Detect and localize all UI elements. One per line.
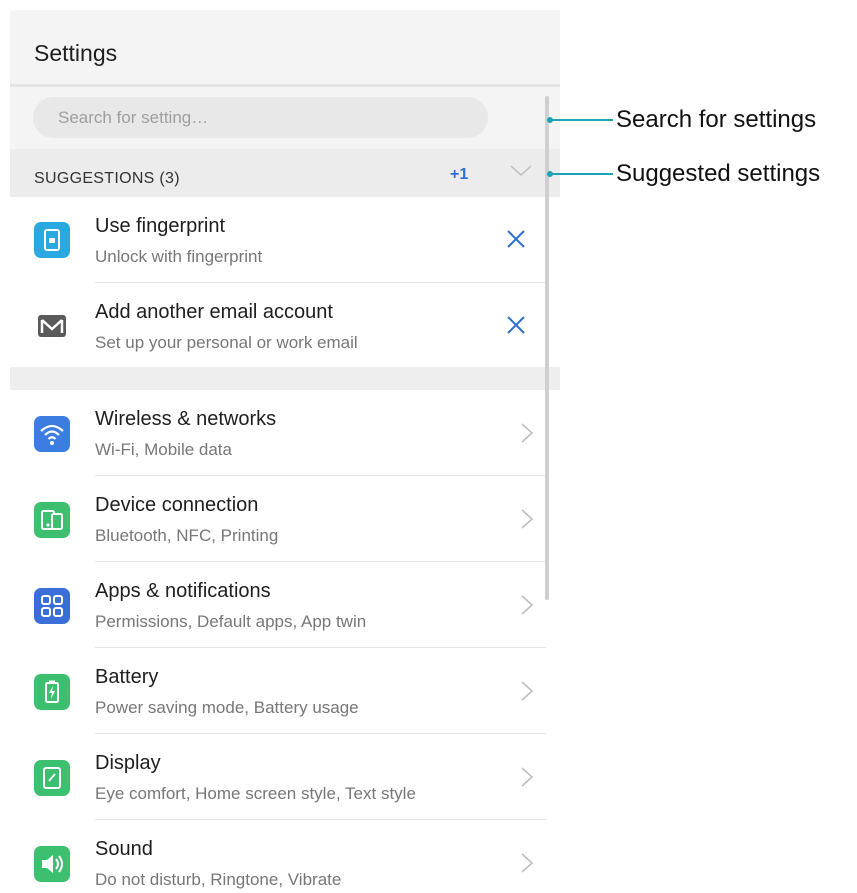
annotation-search: Search for settings: [616, 106, 817, 133]
settings-item-title: Battery: [95, 666, 159, 688]
suggestions-title: SUGGESTIONS (3): [34, 170, 180, 187]
annotation-suggested: Suggested settings: [616, 160, 821, 187]
chevron-right-icon: [521, 423, 534, 443]
settings-item-title: Apps & notifications: [95, 580, 271, 602]
settings-item-subtitle: Bluetooth, NFC, Printing: [95, 526, 279, 545]
email-icon: [38, 315, 66, 337]
apps-grid-icon: [34, 588, 70, 624]
chevron-right-icon: [521, 853, 534, 873]
suggestions-header[interactable]: SUGGESTIONS (3) +1: [10, 149, 560, 197]
settings-item-title: Device connection: [95, 494, 259, 516]
settings-item-subtitle: Do not disturb, Ringtone, Vibrate: [95, 870, 342, 889]
settings-item-wireless[interactable]: Wireless & networks Wi-Fi, Mobile data: [10, 390, 560, 476]
title-divider: [10, 84, 560, 87]
annotation-lines: [547, 117, 613, 177]
device-connection-icon: [34, 502, 70, 538]
chevron-right-icon: [521, 767, 534, 787]
chevron-right-icon: [521, 595, 534, 615]
chevron-right-icon: [521, 509, 534, 529]
search-placeholder: Search for setting…: [58, 108, 209, 127]
battery-icon: [34, 674, 70, 710]
suggestion-subtitle: Unlock with fingerprint: [95, 247, 263, 266]
suggestions-list: Use fingerprint Unlock with fingerprint …: [10, 197, 560, 367]
settings-item-subtitle: Wi-Fi, Mobile data: [95, 440, 232, 459]
settings-list: Wireless & networks Wi-Fi, Mobile data D…: [10, 390, 560, 893]
chevron-right-icon: [521, 681, 534, 701]
suggestion-title: Use fingerprint: [95, 215, 226, 237]
close-icon[interactable]: [506, 229, 526, 249]
chevron-down-icon[interactable]: [510, 165, 532, 177]
speaker-icon: [34, 846, 70, 882]
settings-item-apps[interactable]: Apps & notifications Permissions, Defaul…: [10, 562, 560, 648]
settings-item-device-connection[interactable]: Device connection Bluetooth, NFC, Printi…: [10, 476, 560, 562]
settings-item-title: Display: [95, 752, 161, 774]
settings-item-title: Sound: [95, 838, 153, 860]
settings-item-sound[interactable]: Sound Do not disturb, Ringtone, Vibrate: [10, 820, 560, 893]
settings-item-battery[interactable]: Battery Power saving mode, Battery usage: [10, 648, 560, 734]
close-icon[interactable]: [506, 315, 526, 335]
wifi-icon: [34, 416, 70, 452]
settings-item-subtitle: Power saving mode, Battery usage: [95, 698, 359, 717]
display-icon: [34, 760, 70, 796]
suggestions-extra-count[interactable]: +1: [450, 166, 468, 184]
suggestion-item-email[interactable]: Add another email account Set up your pe…: [10, 283, 560, 369]
search-input[interactable]: Search for setting…: [33, 97, 488, 138]
section-gap: [10, 367, 560, 390]
suggestion-title: Add another email account: [95, 301, 333, 323]
page-title: Settings: [34, 40, 118, 66]
settings-item-title: Wireless & networks: [95, 408, 277, 430]
settings-screen: Settings Search for setting… SUGGESTIONS…: [10, 10, 560, 893]
suggestion-item-fingerprint[interactable]: Use fingerprint Unlock with fingerprint: [10, 197, 560, 283]
settings-item-subtitle: Permissions, Default apps, App twin: [95, 612, 367, 631]
settings-item-subtitle: Eye comfort, Home screen style, Text sty…: [95, 784, 416, 803]
suggestion-subtitle: Set up your personal or work email: [95, 333, 358, 352]
settings-item-display[interactable]: Display Eye comfort, Home screen style, …: [10, 734, 560, 820]
fingerprint-lock-icon: [34, 222, 70, 258]
